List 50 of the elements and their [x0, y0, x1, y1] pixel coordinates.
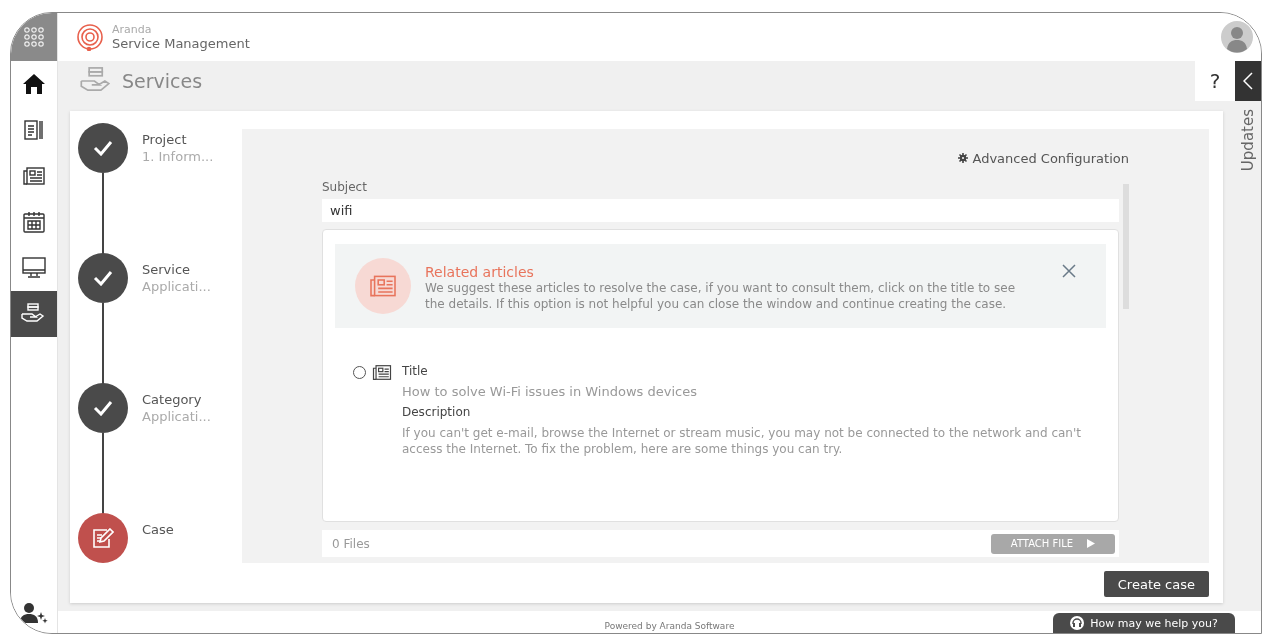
newspaper-icon — [369, 274, 397, 298]
chevron-left-icon — [1243, 72, 1253, 90]
help-button[interactable]: ? — [1195, 61, 1235, 101]
brand-name: Aranda — [112, 23, 153, 37]
close-icon — [1062, 264, 1076, 278]
headset-icon — [1070, 616, 1085, 630]
brand-product: Service Management — [112, 37, 250, 51]
step-marker[interactable] — [78, 123, 128, 173]
step-label: Category — [142, 391, 203, 408]
collapse-button[interactable] — [1235, 61, 1261, 101]
monitor-icon — [22, 257, 46, 279]
step-subtitle: 1. Inform... — [142, 148, 214, 165]
step-label: Project — [142, 131, 188, 148]
user-sparkle-icon[interactable] — [20, 602, 48, 624]
step-subtitle: Applicati... — [142, 278, 211, 295]
create-case-button[interactable]: Create case — [1103, 571, 1209, 597]
page-title: Services — [122, 70, 203, 92]
step-label: Service — [142, 261, 192, 278]
newspaper-icon — [23, 166, 45, 186]
title-label: Title — [402, 364, 429, 378]
step-marker[interactable] — [78, 253, 128, 303]
calendar-icon — [23, 211, 45, 233]
apps-grid-icon[interactable] — [24, 27, 44, 47]
files-count: 0 Files — [332, 536, 371, 551]
related-articles-title: Related articles — [425, 264, 535, 280]
step-marker[interactable] — [78, 513, 128, 563]
advanced-configuration-link[interactable]: Advanced Configuration — [958, 151, 1129, 166]
subject-label: Subject — [322, 180, 368, 194]
subject-field[interactable]: wifi — [322, 199, 1119, 222]
powered-by-text: Powered by Aranda Software — [604, 621, 735, 631]
home-icon — [22, 73, 46, 95]
nav-item[interactable] — [11, 291, 57, 337]
step-subtitle: Applicati... — [142, 408, 211, 425]
description-label: Description — [402, 405, 472, 419]
document-icon — [24, 119, 44, 141]
updates-tab[interactable]: Updates — [1239, 109, 1257, 172]
check-icon — [93, 140, 113, 156]
edit-document-icon — [92, 527, 114, 549]
gear-icon — [958, 153, 969, 163]
check-icon — [93, 400, 113, 416]
avatar-icon[interactable] — [1221, 21, 1253, 53]
article-description: If you can't get e-mail, browse the Internet or stream music, you may not be connected to the network and can't access the Internet. To fix the problem, here are some things you can try. — [402, 425, 1082, 457]
help-chat-button[interactable]: How may we help you? — [1053, 613, 1235, 633]
step-marker[interactable] — [78, 383, 128, 433]
logo-icon — [76, 23, 104, 51]
newspaper-icon — [372, 364, 392, 381]
step-label: Case — [142, 521, 174, 538]
play-icon — [1087, 539, 1096, 548]
check-icon — [93, 270, 113, 286]
related-articles-message: We suggest these articles to resolve the case, if you want to consult them, click on the title to see the details. If this option is not helpful you can close the window and continue creating the case. — [425, 280, 1017, 312]
